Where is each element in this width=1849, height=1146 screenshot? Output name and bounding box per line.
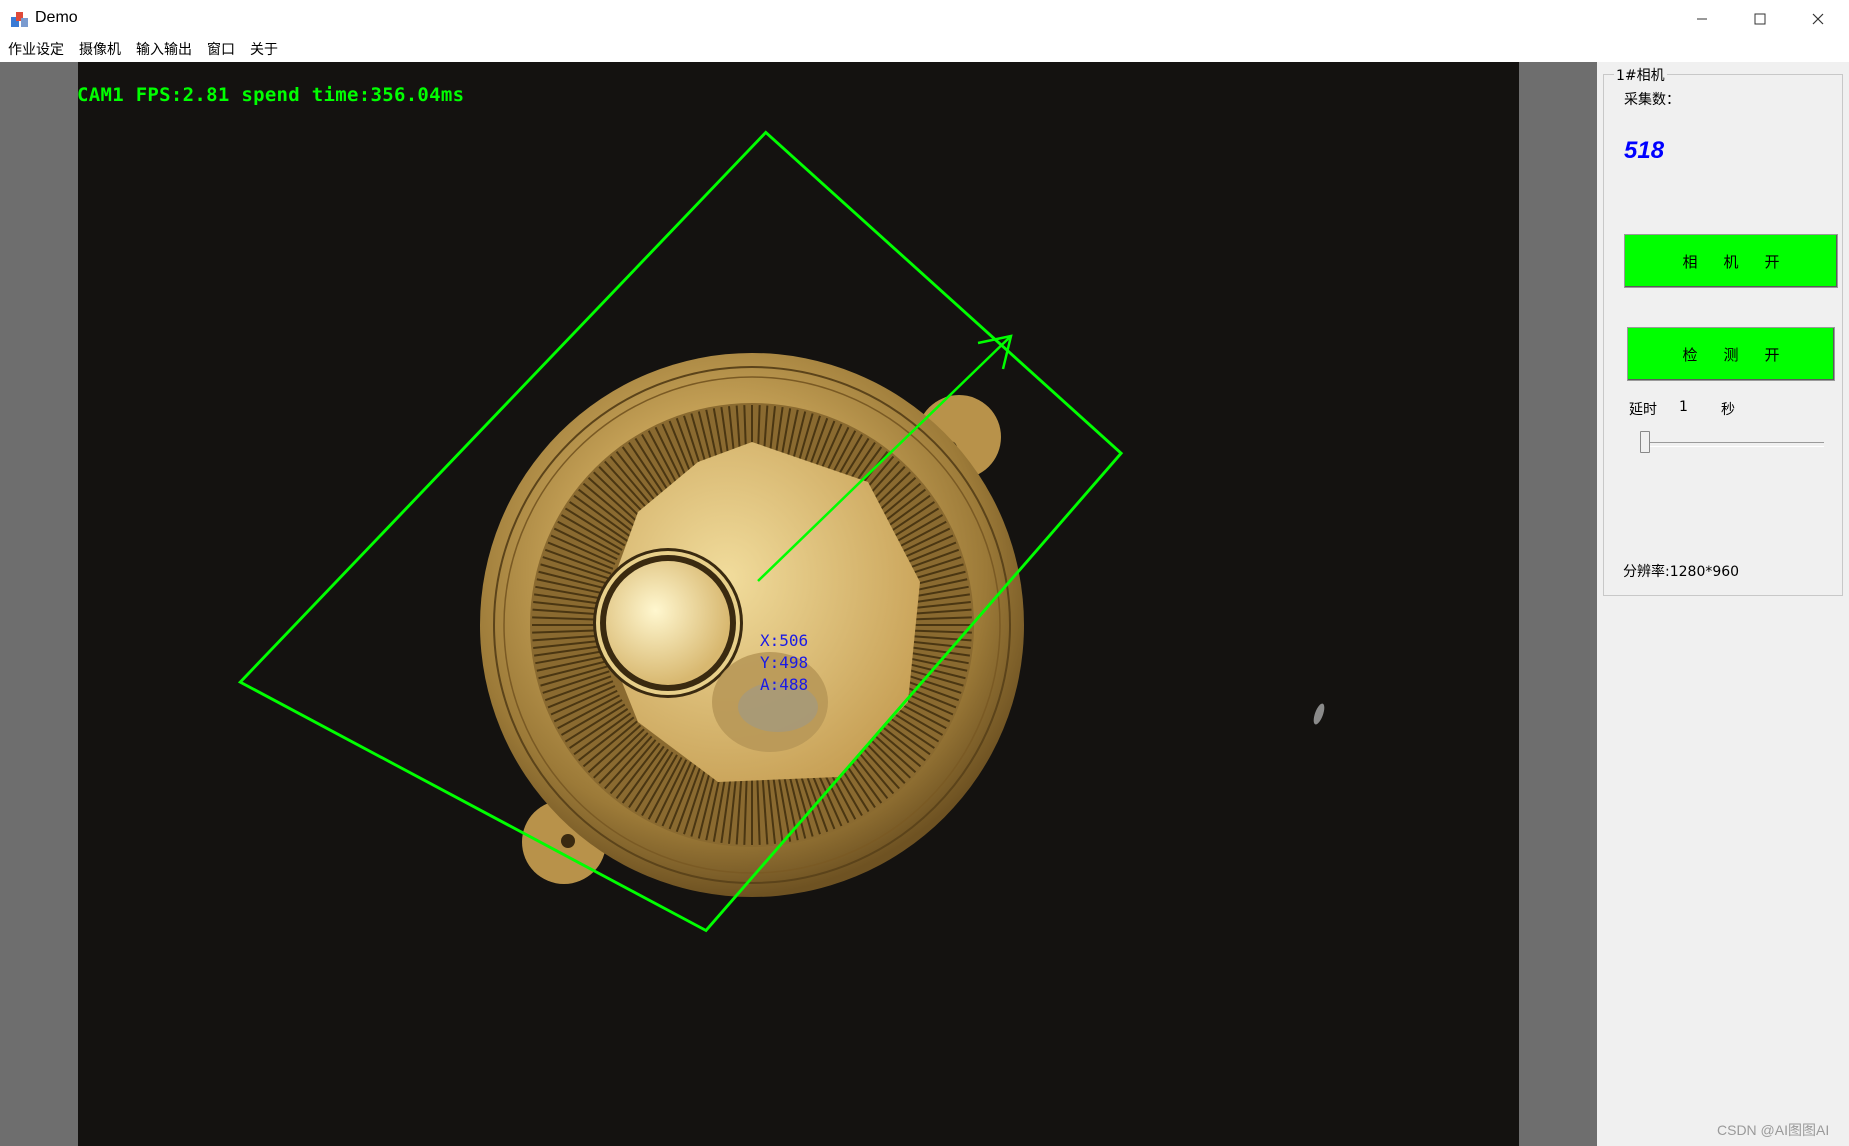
group-title: 1#相机	[1614, 65, 1667, 85]
title-bar: Demo	[0, 0, 1849, 38]
window-title: Demo	[35, 9, 78, 26]
coord-x: X:506	[760, 631, 809, 650]
menu-about[interactable]: 关于	[242, 38, 285, 62]
watermark: CSDN @AI图图AI	[1717, 1122, 1830, 1138]
camera-image[interactable]: CAM1 FPS:2.81 spend time:356.04ms X:506 …	[78, 62, 1519, 1146]
coordinate-readout: X:506 Y:498 A:488	[760, 630, 808, 696]
camera-group: 1#相机 采集数： 518 相机开 检测开 延时 1 秒 分辨率:1280*96…	[1603, 65, 1843, 596]
camera-frame-drawing	[237, 130, 1325, 933]
menu-camera[interactable]: 摄像机	[71, 38, 128, 62]
minimize-icon	[1697, 18, 1707, 20]
resolution-label: 分辨率:1280*960	[1623, 564, 1740, 580]
count-label: 采集数：	[1624, 92, 1680, 108]
menu-window[interactable]: 窗口	[199, 38, 242, 62]
control-panel: 1#相机 采集数： 518 相机开 检测开 延时 1 秒 分辨率:1280*96…	[1597, 62, 1849, 1146]
delay-slider-track[interactable]	[1643, 442, 1824, 447]
delay-label: 延时	[1629, 402, 1657, 418]
coord-y: Y:498	[760, 653, 809, 672]
maximize-icon	[1754, 13, 1766, 25]
app-icon	[11, 12, 28, 27]
camera-status-overlay: CAM1 FPS:2.81 spend time:356.04ms	[78, 84, 465, 106]
coord-a: A:488	[760, 675, 809, 694]
maximize-button[interactable]	[1731, 0, 1789, 38]
delay-slider-thumb[interactable]	[1640, 431, 1650, 453]
close-icon	[1812, 13, 1824, 25]
delay-value: 1	[1679, 399, 1688, 415]
menu-bar: 作业设定 摄像机 输入输出 窗口 关于	[0, 38, 1849, 62]
menu-job-settings[interactable]: 作业设定	[0, 38, 71, 62]
camera-on-button[interactable]: 相机开	[1624, 234, 1838, 288]
delay-unit: 秒	[1721, 402, 1735, 418]
close-button[interactable]	[1789, 0, 1847, 38]
detect-on-button[interactable]: 检测开	[1627, 327, 1835, 381]
minimize-button[interactable]	[1673, 0, 1731, 38]
count-value: 518	[1624, 137, 1665, 164]
menu-io[interactable]: 输入输出	[128, 38, 199, 62]
medal	[480, 353, 1024, 897]
